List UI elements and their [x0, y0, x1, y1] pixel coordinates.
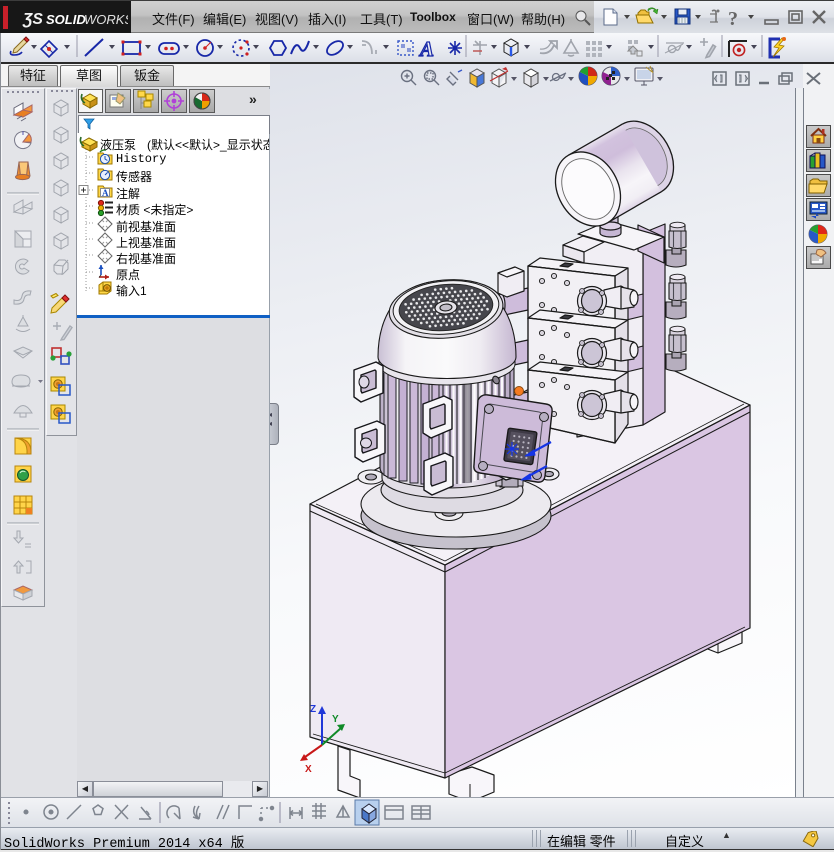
svg-text:X: X: [305, 764, 312, 775]
svg-text:WORKS: WORKS: [84, 12, 128, 27]
svg-text:?: ?: [728, 8, 738, 30]
svg-text:Y: Y: [332, 714, 339, 725]
svg-text:A: A: [418, 37, 434, 61]
svg-text:SOLID: SOLID: [46, 12, 86, 27]
svg-text:Z: Z: [310, 704, 316, 715]
svg-text:A: A: [102, 188, 109, 198]
svg-text:ƷS: ƷS: [22, 11, 43, 28]
